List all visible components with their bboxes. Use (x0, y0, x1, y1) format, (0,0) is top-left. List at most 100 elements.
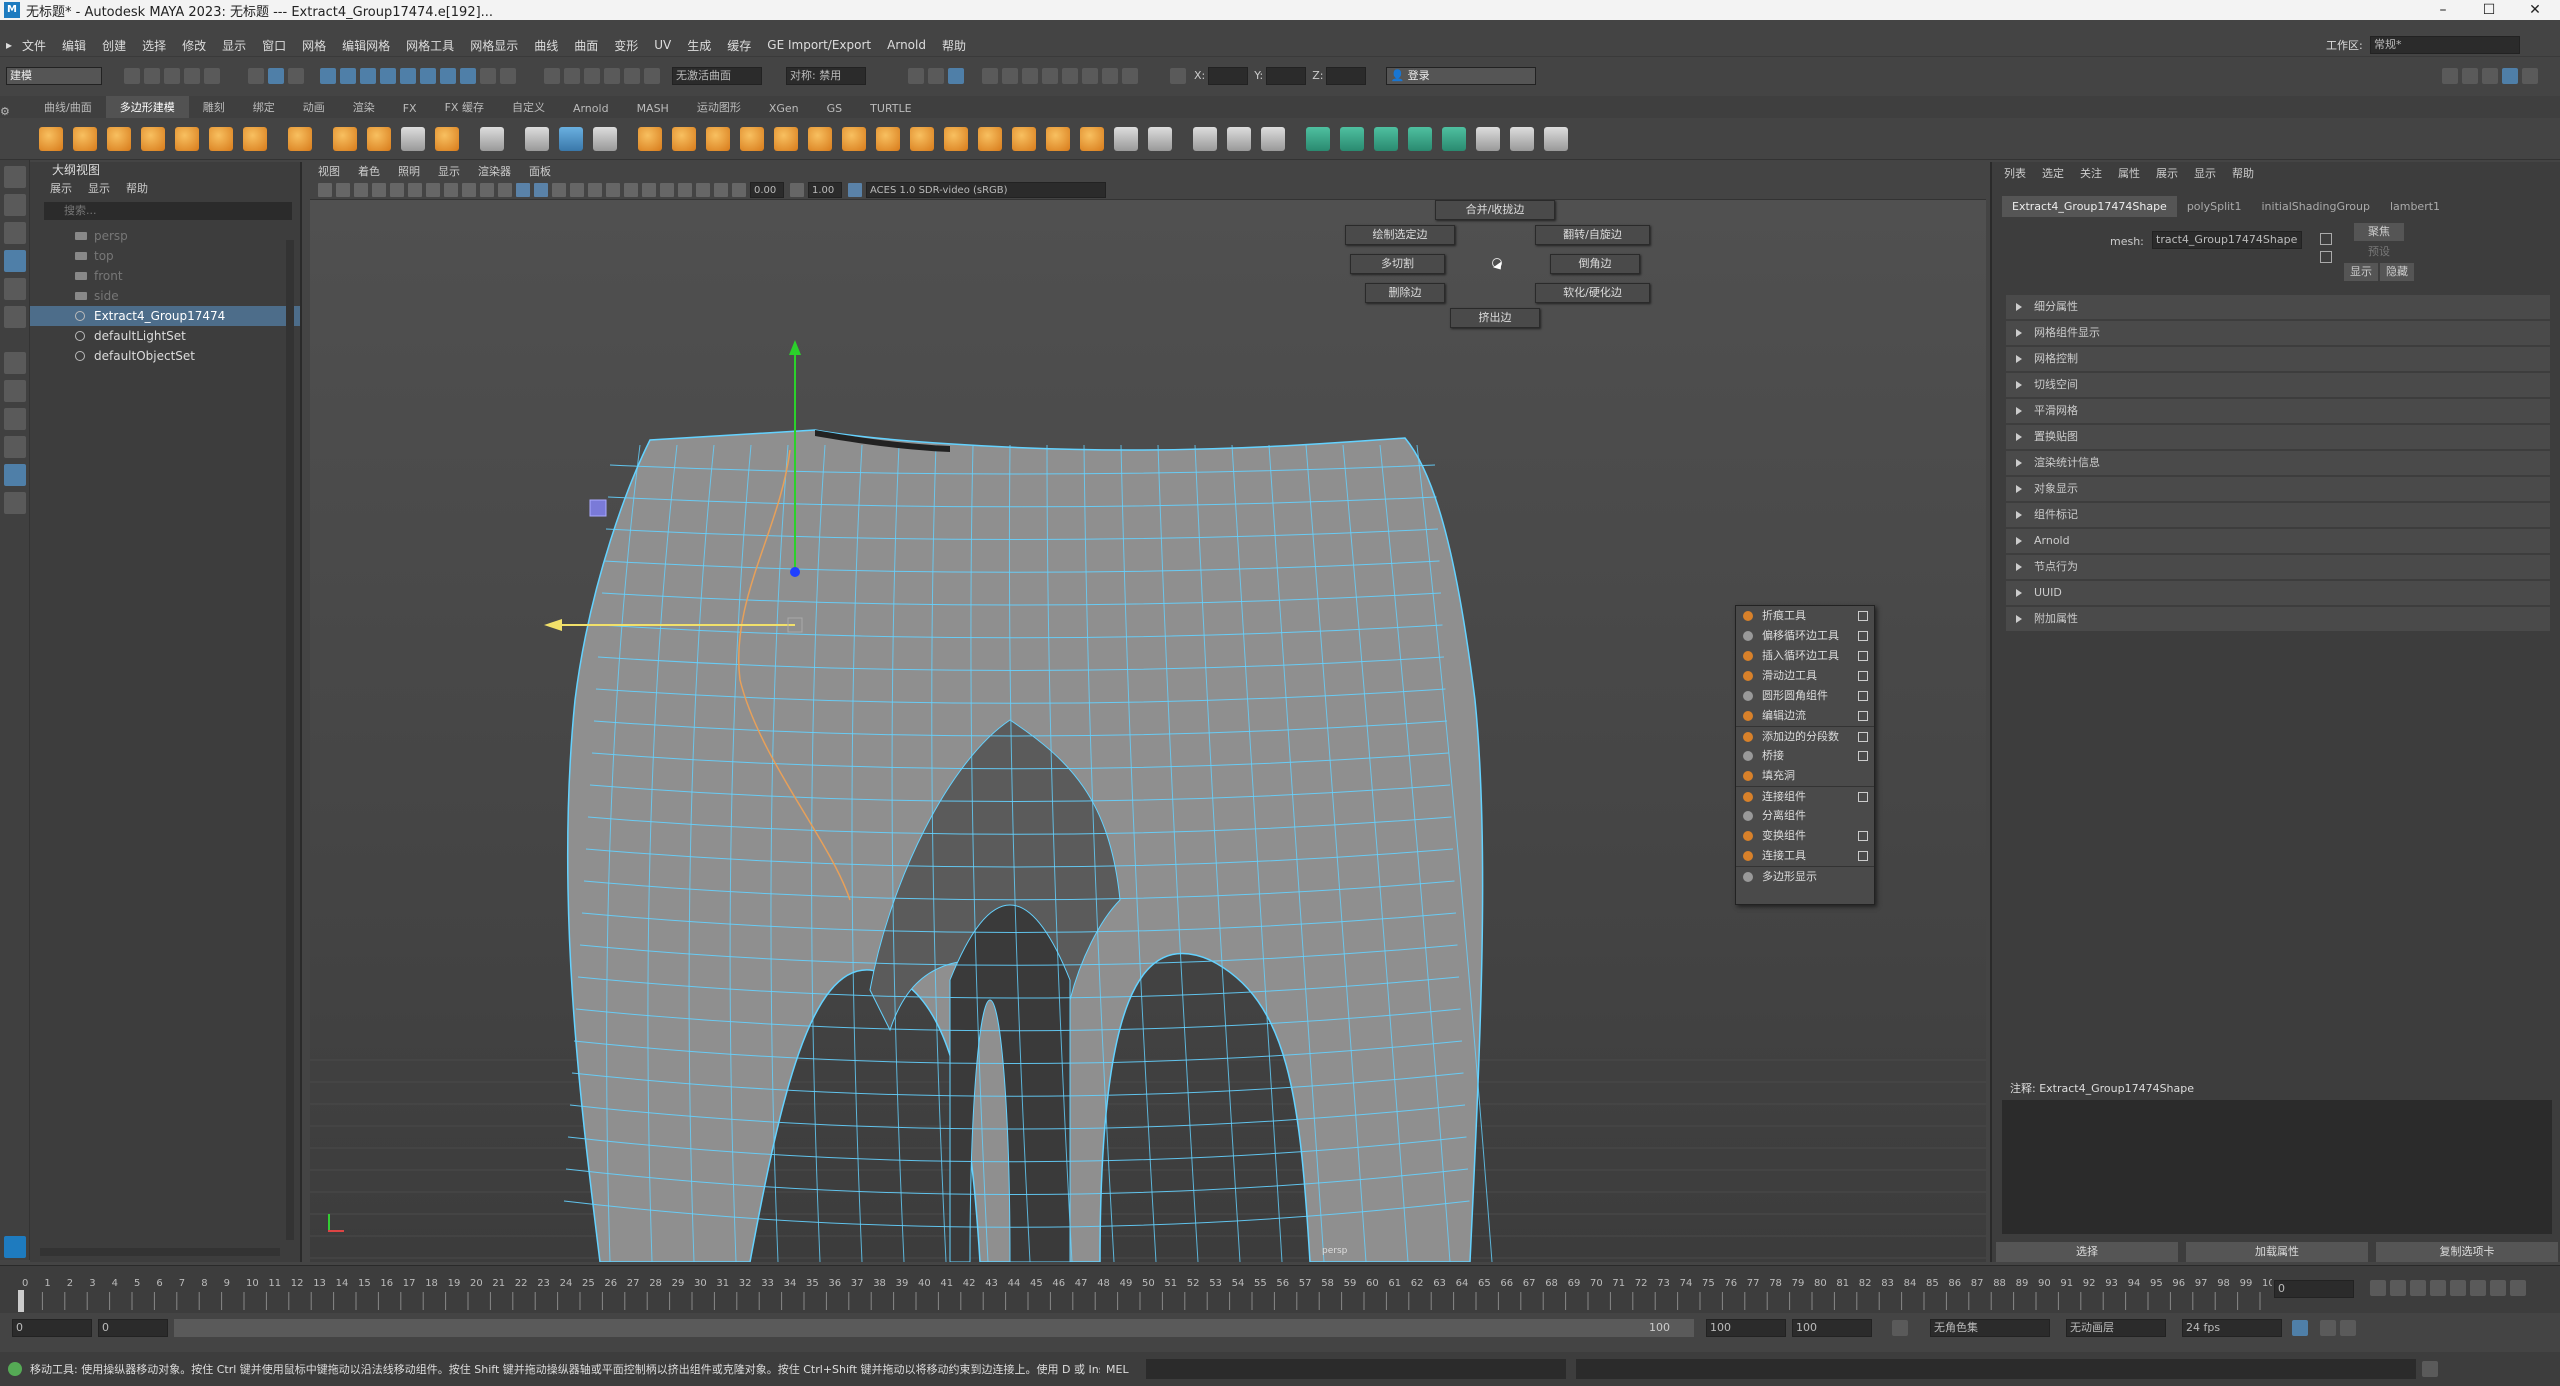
mask-handles-icon[interactable] (320, 67, 336, 84)
single-pane-icon[interactable] (4, 380, 26, 402)
attr-section-header[interactable]: Arnold (2006, 529, 2550, 553)
field-chart-icon[interactable] (462, 182, 476, 197)
snap-point-icon[interactable] (584, 67, 600, 84)
attr-menu-attributes[interactable]: 属性 (2118, 165, 2140, 181)
offset-loop-icon[interactable] (1227, 126, 1251, 151)
attr-section-header[interactable]: 网格控制 (2006, 347, 2550, 371)
mask-misc-icon[interactable] (460, 67, 476, 84)
render-settings-icon[interactable] (928, 67, 944, 84)
antialiasing-icon[interactable] (660, 182, 674, 197)
mm-extrude-edge[interactable]: 挤出边 (1450, 308, 1540, 328)
vp-menu-view[interactable]: 视图 (318, 163, 340, 179)
uv-sew-icon[interactable] (1442, 126, 1466, 151)
layer-editor-icon[interactable] (2522, 67, 2538, 84)
save-scene-icon[interactable] (164, 67, 180, 84)
uv-checker-icon[interactable] (1476, 126, 1500, 151)
boolean-difference-icon[interactable] (672, 126, 696, 151)
scale-tool-icon[interactable] (4, 306, 26, 328)
last-tool-icon[interactable] (4, 352, 26, 374)
attr-menu-selected[interactable]: 选定 (2042, 165, 2064, 181)
menu-mesh-display[interactable]: 网格显示 (470, 37, 518, 54)
show-button[interactable]: 显示 (2344, 263, 2378, 281)
shelf-tab-arnold[interactable]: Arnold (559, 99, 623, 118)
attr-section-header[interactable]: 网格组件显示 (2006, 321, 2550, 345)
mask-rendering-icon[interactable] (440, 67, 456, 84)
option-box-icon[interactable] (1858, 732, 1868, 742)
gate-mask-icon[interactable] (444, 182, 458, 197)
shelf-gear-icon[interactable]: ⚙ (0, 105, 30, 118)
popup-menu-item[interactable]: 变换组件 (1736, 826, 1874, 846)
fps-select[interactable]: 24 fps (2182, 1319, 2282, 1337)
attr-section-header[interactable]: 组件标记 (2006, 503, 2550, 527)
attr-section-header[interactable]: UUID (2006, 581, 2550, 605)
option-box-icon[interactable] (1858, 671, 1868, 681)
menu-edit[interactable]: 编辑 (62, 37, 86, 54)
option-box-icon[interactable] (1858, 651, 1868, 661)
mm-merge-collapse-edges[interactable]: 合并/收拢边 (1435, 200, 1555, 220)
channel-box-icon[interactable] (2502, 67, 2518, 84)
mm-draw-selected-edges[interactable]: 绘制选定边 (1345, 225, 1455, 245)
gamma-field[interactable]: 0.00 (750, 181, 784, 198)
snap-projected-center-icon[interactable] (604, 67, 620, 84)
uv-cut-icon[interactable] (1408, 126, 1432, 151)
shadows-icon[interactable] (606, 182, 620, 197)
play-forward-icon[interactable] (2450, 1280, 2466, 1296)
menu-mesh[interactable]: 网格 (302, 37, 326, 54)
outliner-layout-icon[interactable] (4, 464, 26, 486)
shelf-tab-fx-caching[interactable]: FX 缓存 (431, 96, 498, 118)
vp-menu-shading[interactable]: 着色 (358, 163, 380, 179)
shelf-tab-xgen[interactable]: XGen (755, 99, 813, 118)
smooth-shade-icon[interactable] (534, 182, 548, 197)
combine-icon[interactable] (525, 126, 549, 151)
play-backward-icon[interactable] (2430, 1280, 2446, 1296)
vp-menu-renderer[interactable]: 渲染器 (478, 163, 511, 179)
super-shapes-icon[interactable] (288, 126, 312, 151)
safe-action-icon[interactable] (480, 182, 494, 197)
start-time-field[interactable]: 0 (12, 1319, 92, 1337)
mask-joints-icon[interactable] (340, 67, 356, 84)
default-material-icon[interactable] (552, 182, 566, 197)
menu-file[interactable]: 文件 (22, 37, 46, 54)
input-box-mode-icon[interactable] (1170, 67, 1186, 84)
y-field[interactable] (1266, 66, 1307, 85)
extrude-icon[interactable] (842, 126, 866, 151)
auto-key-icon[interactable] (1892, 1320, 1908, 1336)
x-field[interactable] (1208, 66, 1249, 85)
uv-editor-icon[interactable] (1306, 126, 1330, 151)
render-setup-icon[interactable] (1062, 67, 1078, 84)
outliner-item[interactable]: defaultObjectSet (30, 346, 300, 366)
attr-section-header[interactable]: 切线空间 (2006, 373, 2550, 397)
menu-curves[interactable]: 曲线 (534, 37, 558, 54)
wireframe-icon[interactable] (516, 182, 530, 197)
svg-icon[interactable] (367, 126, 391, 151)
move-tool-icon[interactable] (4, 250, 26, 272)
select-hierarchy-icon[interactable] (248, 67, 264, 84)
edge-loop-icon[interactable] (1193, 126, 1217, 151)
anim-layer-select[interactable]: 无动画层 (2066, 1319, 2166, 1337)
smooth-icon[interactable] (593, 126, 617, 151)
image-plane-icon[interactable] (372, 182, 386, 197)
uv-unfold-icon[interactable] (1340, 126, 1364, 151)
snap-curve-icon[interactable] (564, 67, 580, 84)
rotate-tool-icon[interactable] (4, 278, 26, 300)
attr-section-header[interactable]: 附加属性 (2006, 607, 2550, 631)
color-management-icon[interactable] (848, 182, 862, 197)
maximize-icon[interactable]: ☐ (2466, 0, 2512, 20)
step-back-frame-icon[interactable] (2410, 1280, 2426, 1296)
attr-tab-shading-group[interactable]: initialShadingGroup (2252, 196, 2380, 217)
select-component-icon[interactable] (288, 67, 304, 84)
go-to-output-icon[interactable] (2320, 251, 2332, 263)
popup-menu-item[interactable]: 桥接 (1736, 746, 1874, 766)
attr-menu-help[interactable]: 帮助 (2232, 165, 2254, 181)
mel-label[interactable]: MEL (1106, 1363, 1146, 1376)
outliner-item[interactable]: persp (30, 226, 300, 246)
loop-icon[interactable] (2292, 1320, 2308, 1336)
attr-tab-lambert[interactable]: lambert1 (2380, 196, 2450, 217)
option-box-icon[interactable] (1858, 691, 1868, 701)
attr-menu-focus[interactable]: 关注 (2080, 165, 2102, 181)
separate-icon[interactable] (559, 126, 583, 151)
outliner-item[interactable]: top (30, 246, 300, 266)
multi-cut-icon[interactable] (1114, 126, 1138, 151)
popup-menu-item[interactable]: 插入循环边工具 (1736, 646, 1874, 666)
outliner-menu-display[interactable]: 显示 (88, 180, 110, 196)
